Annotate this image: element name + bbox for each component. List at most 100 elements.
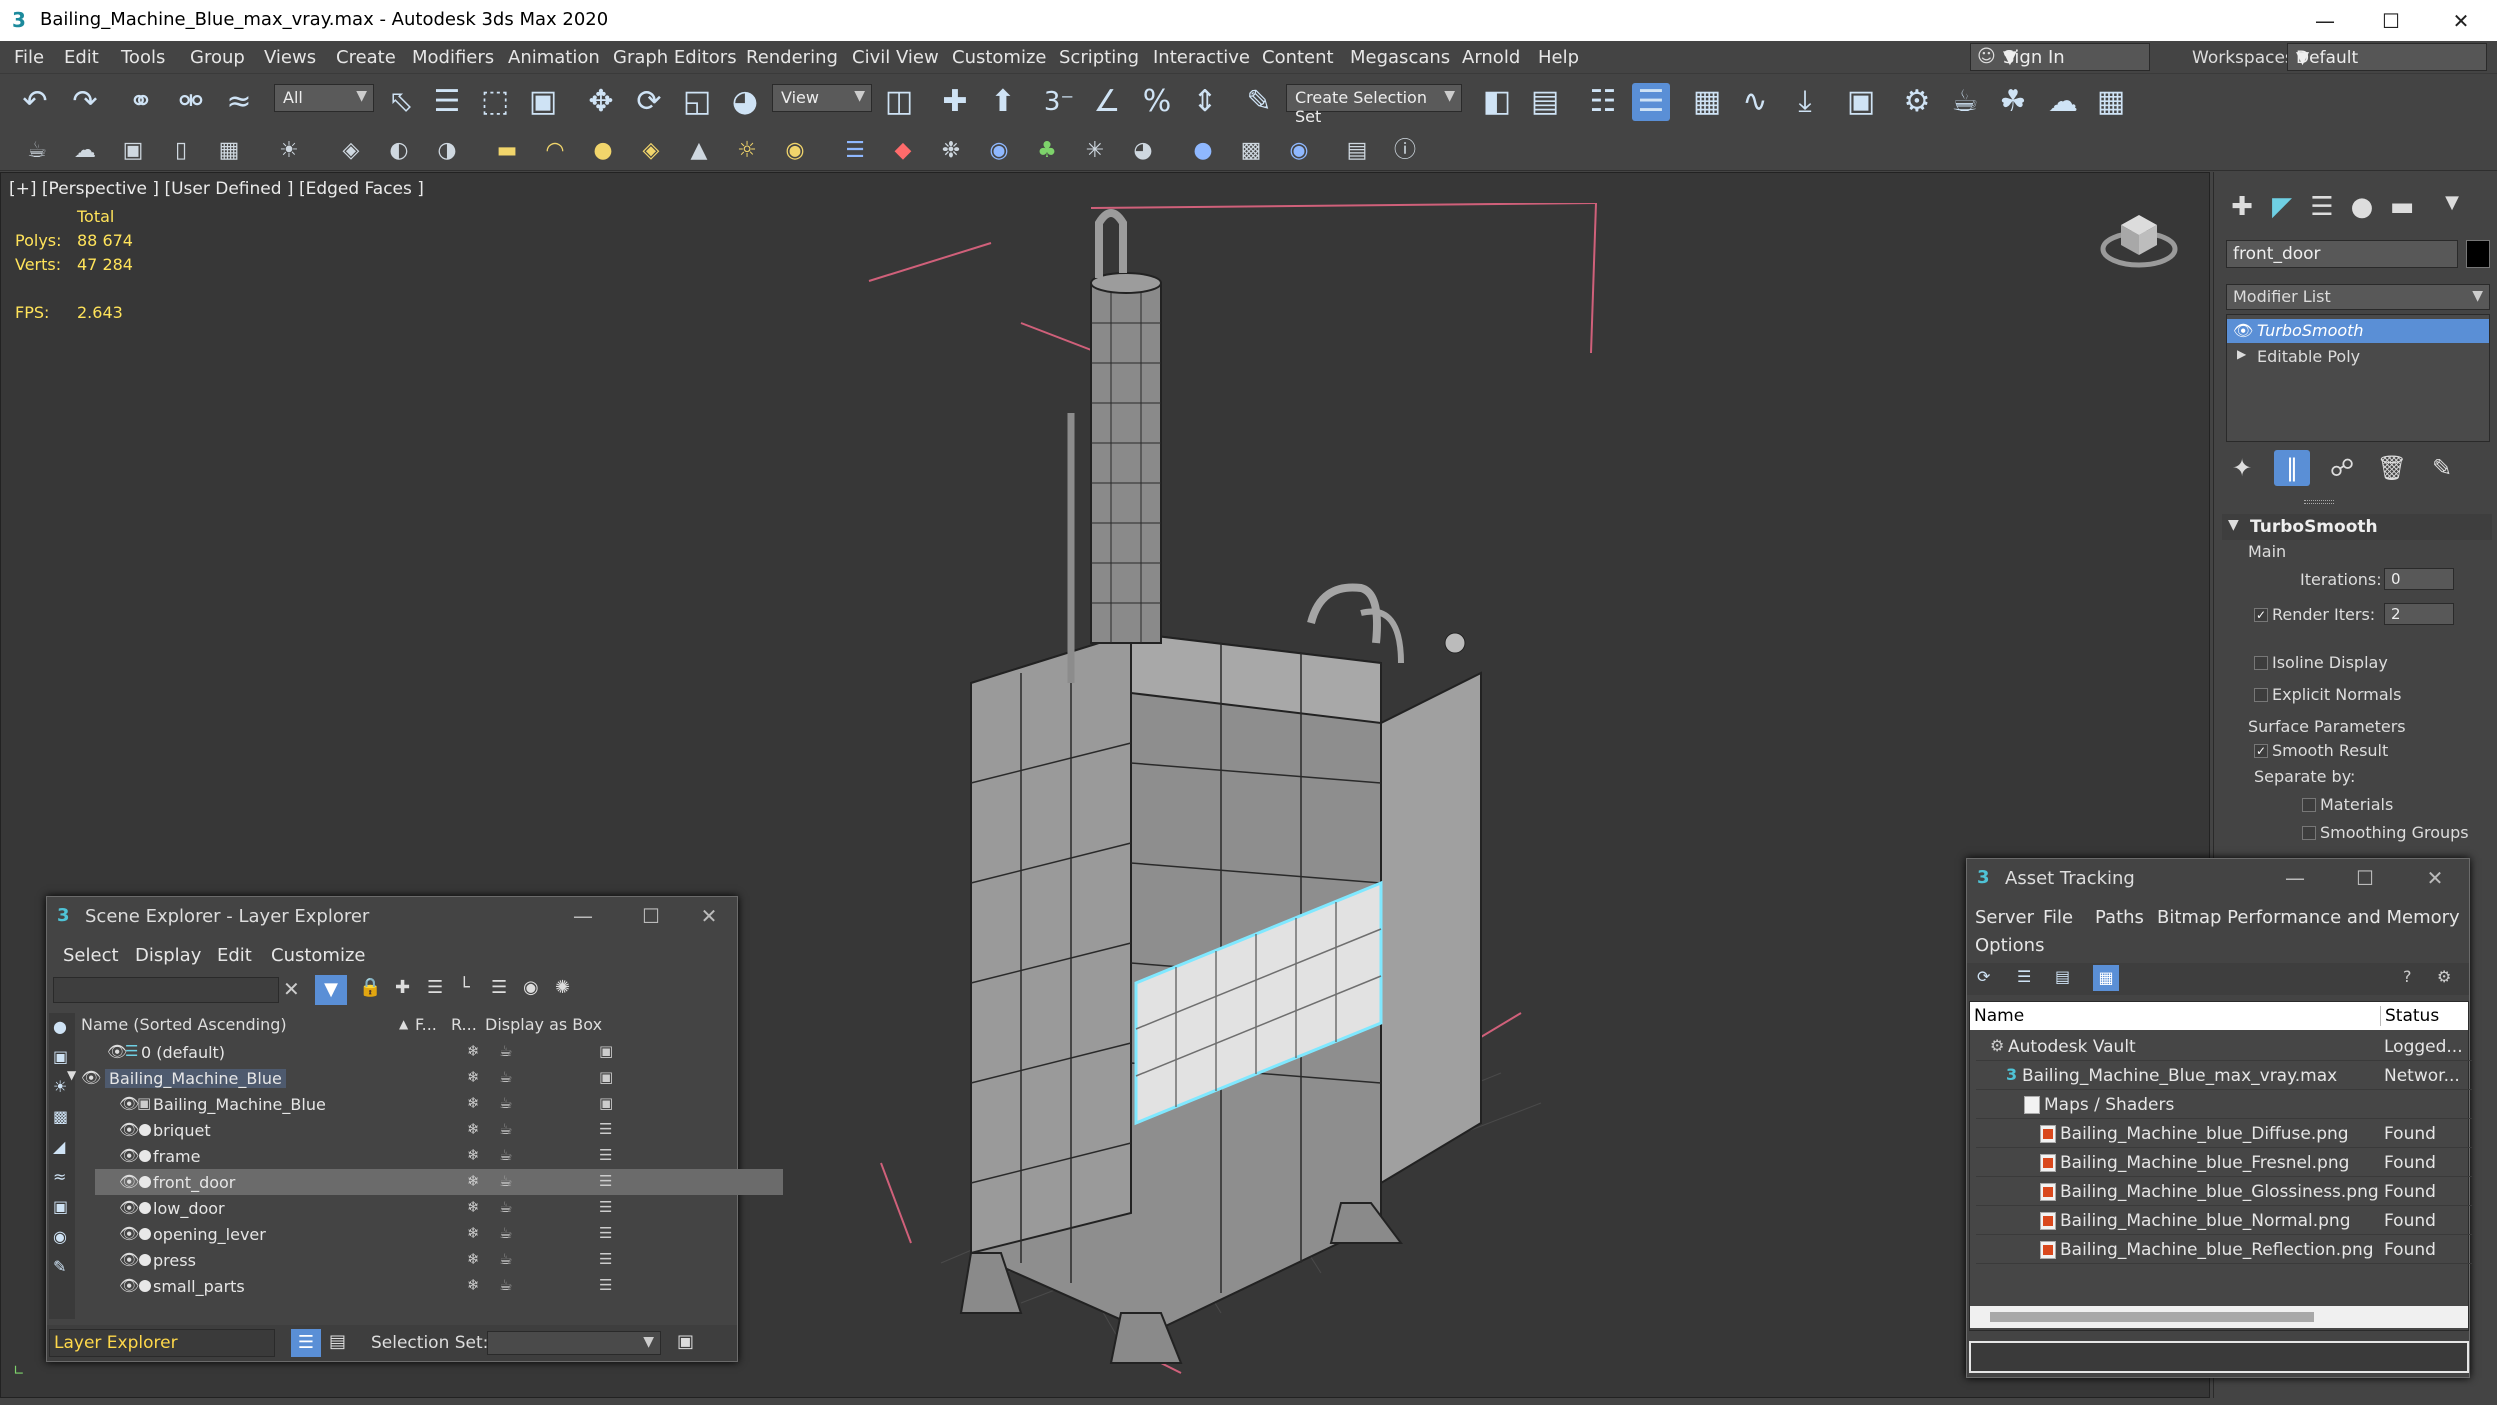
menu-arnold[interactable]: Arnold [1462,47,1520,68]
utilities-tab-icon[interactable]: ▼ [2434,192,2470,222]
pivot-center-icon[interactable]: ◫ [880,83,918,121]
stack-layers-icon[interactable]: ☰ [491,977,507,998]
layers-icon[interactable]: ☰ [599,1198,612,1216]
teapot-icon[interactable]: ☕ [22,136,52,166]
ambient-light-icon[interactable]: ◉ [780,136,810,166]
menu-customize[interactable]: Customize [952,47,1046,68]
particle-icon[interactable]: ✳ [1080,136,1110,166]
render-icon[interactable]: ☕ [499,1120,512,1138]
render-iters-spinner[interactable]: 2 [2384,603,2454,625]
workspaces-dropdown[interactable]: Default ▼ [2287,43,2487,71]
display-tab-icon[interactable]: ▬ [2384,192,2420,222]
at-menu-paths[interactable]: Paths [2095,907,2144,928]
column-display-box-header[interactable]: Display as Box [485,1015,602,1034]
manage-selection-sets-icon[interactable]: ▣ [677,1331,694,1352]
layers-icon[interactable]: ☰ [599,1250,612,1268]
a360-gallery-icon[interactable]: ▦ [2092,83,2130,121]
close-button[interactable]: ✕ [689,901,729,931]
link-icon[interactable]: ⚭ [122,83,160,121]
reference-coordinate-dropdown[interactable]: View ▼ [772,84,872,112]
hemisphere-icon[interactable]: ◠ [540,136,570,166]
layers-icon[interactable]: ☰ [599,1276,612,1294]
sync-selection-icon[interactable]: ✺ [555,977,570,998]
stack-item-editable-poly[interactable]: ▶ Editable Poly [2227,345,2489,369]
layer-row[interactable]: 👁 ☰ 0 (default) ❄ ☕ ▣ [95,1039,783,1065]
column-status-header[interactable]: Status [2380,1006,2439,1026]
pin-stack-icon[interactable]: ✦ [2224,450,2260,486]
eye-icon[interactable]: 👁 [2233,321,2253,340]
redo-icon[interactable]: ↷ [66,83,104,121]
snaps-toggle-icon[interactable]: 3⁻ [1040,83,1078,121]
schematic-view-icon[interactable]: ⤓ [1786,83,1824,121]
undo-icon[interactable]: ↶ [16,83,54,121]
scatter-icon[interactable]: ❉ [936,136,966,166]
eye-icon[interactable]: 👁 [119,1250,139,1269]
asset-tracking-titlebar[interactable]: 3 Asset Tracking — ☐ ✕ [1967,859,2469,897]
sphere-icon[interactable]: ◐ [384,136,414,166]
render-setup-icon[interactable]: ⚙ [1898,83,1936,121]
display-all-icon[interactable]: ● [53,1017,67,1036]
render-icon[interactable]: ☕ [499,1042,512,1060]
select-object-icon[interactable]: ⬁ [382,83,420,121]
freeze-icon[interactable]: ❄ [467,1276,480,1294]
table-icon[interactable]: ▤ [2055,967,2070,986]
refresh-icon[interactable]: ⟳ [1977,967,1990,986]
rendered-frame-window-icon[interactable]: ☕ [1946,83,1984,121]
layers-icon[interactable]: ☰ [599,1224,612,1242]
spinner-snap-icon[interactable]: ⇕ [1186,83,1224,121]
freeze-icon[interactable]: ❄ [467,1250,480,1268]
selection-set-dropdown[interactable]: ▼ [487,1331,661,1355]
object-row[interactable]: 👁 press ❄ ☕ ☰ [95,1247,783,1273]
edit-named-selection-icon[interactable]: ✎ [1240,83,1278,121]
horizontal-scrollbar[interactable] [1970,1306,2468,1328]
lock-icon[interactable]: 🔒 [359,977,381,998]
asset-row[interactable]: ⚙ Autodesk Vault Logged... [1976,1032,2472,1061]
camera-icon[interactable]: ◈ [336,136,366,166]
cone-icon[interactable]: ▲ [684,136,714,166]
menu-help[interactable]: Help [1538,47,1579,68]
freeze-icon[interactable]: ❄ [467,1120,480,1138]
rectangular-selection-icon[interactable]: ⬚ [476,83,514,121]
move-icon[interactable]: ✥ [582,83,620,121]
place-icon[interactable]: ◕ [726,83,764,121]
render-icon[interactable]: ☕ [499,1224,512,1242]
settings-panel-icon[interactable]: ▤ [1342,136,1372,166]
clear-search-icon[interactable]: ✕ [283,977,300,1001]
isoline-display-checkbox[interactable] [2254,656,2268,670]
cylinder-icon[interactable]: ▯ [166,136,196,166]
display-bones-icon[interactable]: ✎ [53,1257,66,1276]
render-icon[interactable]: ☕ [499,1146,512,1164]
toggle-scene-explorer-icon[interactable]: ☷ [1584,83,1622,121]
search-input[interactable] [53,977,279,1003]
eye-icon[interactable]: 👁 [119,1198,139,1217]
box-display-icon[interactable]: ▣ [599,1094,613,1112]
keyboard-shortcut-icon[interactable]: ⬆ [984,83,1022,121]
display-geometry-icon[interactable]: ▣ [53,1047,68,1066]
motion-tab-icon[interactable]: ● [2344,192,2380,222]
asset-row[interactable]: Maps / Shaders [1976,1090,2472,1119]
at-menu-bitmap-performance[interactable]: Bitmap Performance and Memory [2157,907,2460,928]
asset-row[interactable]: Bailing_Machine_blue_Fresnel.png Found [1976,1148,2472,1177]
eye-icon[interactable]: 👁 [119,1224,139,1243]
scrollbar-thumb[interactable] [1990,1312,2314,1322]
layer-explorer-toggle-icon[interactable]: ☰ [291,1329,321,1357]
unlink-icon[interactable]: ⚮ [172,83,210,121]
display-cameras-icon[interactable]: ▩ [53,1107,68,1126]
make-unique-icon[interactable]: ☍ [2324,450,2360,486]
box-display-icon[interactable]: ▣ [599,1068,613,1086]
menu-file[interactable]: File [14,47,44,68]
percent-snap-icon[interactable]: % [1138,83,1176,121]
menu-civil-view[interactable]: Civil View [852,47,939,68]
scale-icon[interactable]: ◱ [678,83,716,121]
box-icon[interactable]: ▣ [118,136,148,166]
minimize-button[interactable]: — [2275,863,2315,893]
object-row[interactable]: 👁 low_door ❄ ☕ ☰ [95,1195,783,1221]
column-name-header[interactable]: Name (Sorted Ascending) [81,1015,287,1034]
menu-create[interactable]: Create [336,47,396,68]
highlight-icon[interactable]: ◉ [523,977,539,998]
bind-space-warp-icon[interactable]: ≈ [220,83,258,121]
asset-row[interactable]: Bailing_Machine_blue_Diffuse.png Found [1976,1119,2472,1148]
tree-view-icon[interactable]: ▦ [2093,965,2119,991]
minimize-button[interactable]: — [563,901,603,931]
display-spacewarps-icon[interactable]: ≈ [53,1167,66,1186]
